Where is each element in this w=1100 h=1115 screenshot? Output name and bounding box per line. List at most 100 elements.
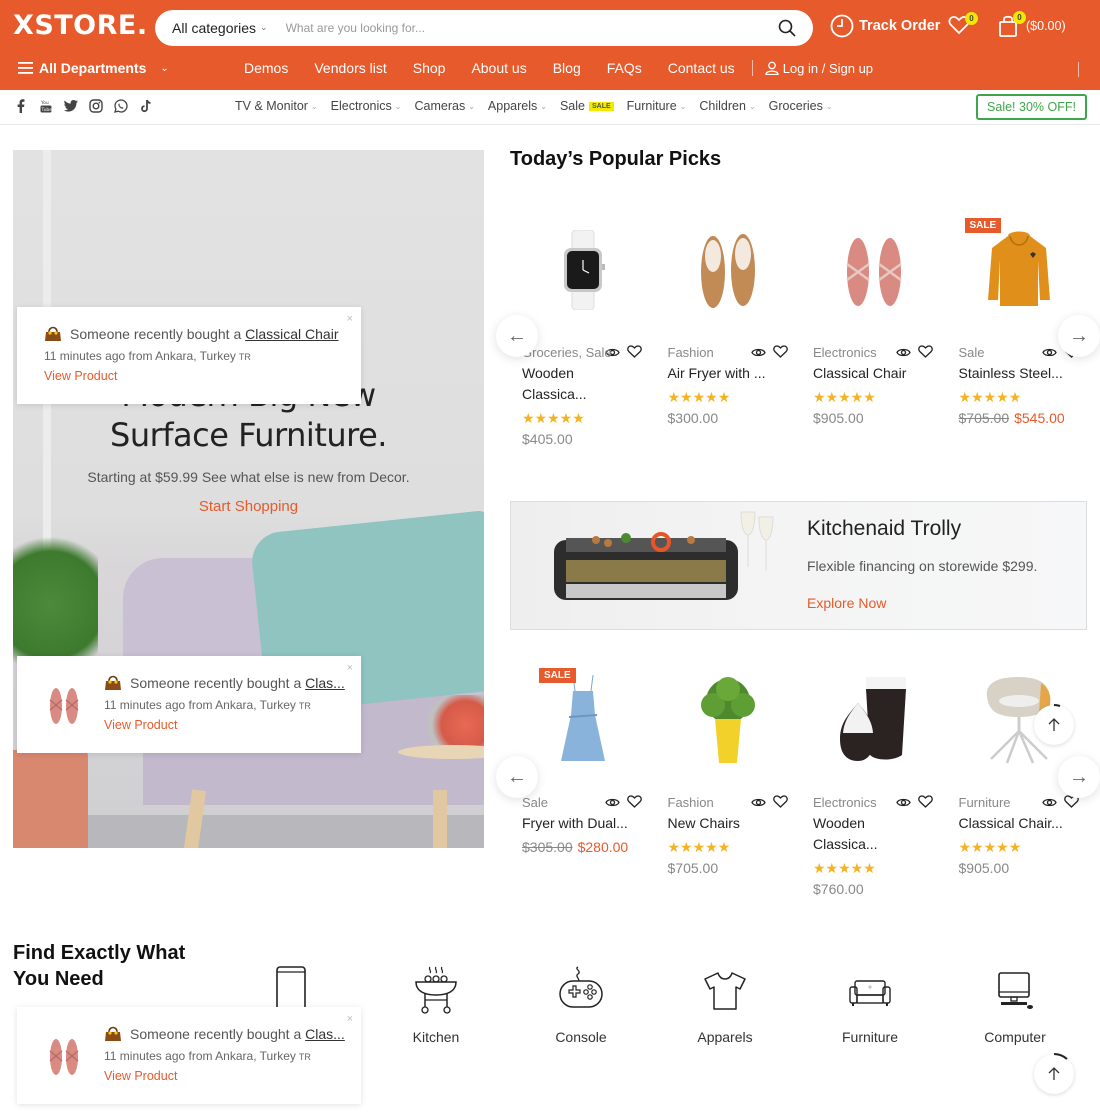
product-meta: Fashion New Chairs ★★★★★ $705.00 bbox=[668, 793, 788, 876]
product-image-watch[interactable] bbox=[510, 210, 655, 330]
product-category[interactable]: Fashion bbox=[668, 343, 788, 363]
hero-sofa-leg bbox=[433, 790, 447, 848]
wishlist-count-badge: 0 bbox=[965, 12, 978, 25]
product-category[interactable]: Groceries, Sale bbox=[522, 343, 642, 363]
category-tile-kitchen[interactable]: Kitchen bbox=[386, 965, 486, 1045]
product-name[interactable]: Wooden Classica... bbox=[813, 813, 933, 855]
carousel-next-button[interactable]: → bbox=[1058, 315, 1100, 357]
cart-button[interactable]: 0 ($0.00) bbox=[998, 11, 1066, 38]
product-name[interactable]: Classical Chair bbox=[813, 363, 933, 384]
login-signup-link[interactable]: Log in / Sign up bbox=[765, 61, 873, 76]
notification-prefix: Someone recently bought a bbox=[130, 1025, 302, 1042]
product-meta: Sale Stainless Steel... ★★★★★ $705.00 $545.0… bbox=[959, 343, 1079, 426]
instagram-icon[interactable] bbox=[88, 98, 104, 114]
product-name[interactable]: Stainless Steel... bbox=[959, 363, 1079, 384]
sandals-thumbnail bbox=[49, 1039, 79, 1075]
nav-contact-us[interactable]: Contact us bbox=[668, 60, 735, 76]
category-furniture[interactable]: Furniture ⌄ bbox=[627, 99, 687, 113]
product-name[interactable]: Fryer with Dual... bbox=[522, 813, 642, 834]
product-meta: Electronics Classical Chair ★★★★★ $905.00 bbox=[813, 343, 933, 426]
category-cameras[interactable]: Cameras ⌄ bbox=[414, 99, 474, 113]
whatsapp-icon[interactable] bbox=[113, 98, 129, 114]
nav-divider bbox=[751, 60, 753, 76]
product-category[interactable]: Electronics bbox=[813, 343, 933, 363]
product-category[interactable]: Furniture bbox=[959, 793, 1079, 813]
nav-demos[interactable]: Demos bbox=[244, 60, 288, 76]
product-rating-stars: ★★★★★ bbox=[958, 389, 1022, 405]
category-children[interactable]: Children ⌄ bbox=[699, 99, 755, 113]
close-icon[interactable]: × bbox=[347, 313, 353, 325]
category-sale[interactable]: Sale SALE bbox=[560, 99, 614, 113]
chevron-down-icon: ⌄ bbox=[468, 101, 475, 111]
nav-vendors-list[interactable]: Vendors list bbox=[314, 60, 386, 76]
category-apparels[interactable]: Apparels ⌄ bbox=[488, 99, 547, 113]
view-product-link[interactable]: View Product bbox=[104, 718, 345, 732]
chevron-down-icon: ⌄ bbox=[540, 101, 547, 111]
search-category-select[interactable]: All categories ⌄ bbox=[155, 20, 268, 36]
view-product-link[interactable]: View Product bbox=[104, 1069, 345, 1083]
view-product-link[interactable]: View Product bbox=[44, 369, 338, 383]
nav-blog[interactable]: Blog bbox=[553, 60, 581, 76]
tiktok-icon[interactable] bbox=[138, 98, 154, 114]
product-image-plant[interactable] bbox=[656, 660, 801, 780]
country-code: TR bbox=[238, 352, 251, 362]
start-shopping-link[interactable]: Start Shopping bbox=[199, 498, 298, 515]
carousel-prev-button[interactable]: ← bbox=[496, 315, 538, 357]
category-tile-furniture[interactable]: Furniture bbox=[820, 965, 920, 1045]
carousel-prev-button[interactable]: ← bbox=[496, 756, 538, 798]
product-rating-stars: ★★★★★ bbox=[667, 839, 731, 855]
facebook-icon[interactable] bbox=[13, 98, 29, 114]
search-input[interactable] bbox=[285, 21, 767, 35]
product-price: $705.00 bbox=[667, 860, 719, 876]
category-groceries[interactable]: Groceries ⌄ bbox=[769, 99, 833, 113]
category-tv-monitor[interactable]: TV & Monitor ⌄ bbox=[235, 99, 318, 113]
product-name[interactable]: Wooden Classica... bbox=[522, 363, 642, 405]
product-category[interactable]: Electronics bbox=[813, 793, 933, 813]
chevron-down-icon: ⌄ bbox=[394, 101, 402, 111]
product-name[interactable]: Air Fryer with ... bbox=[668, 363, 788, 384]
product-rating-stars: ★★★★★ bbox=[813, 389, 876, 405]
arrow-left-icon: ← bbox=[507, 765, 527, 788]
explore-now-link[interactable]: Explore Now bbox=[807, 595, 886, 611]
product-category[interactable]: Fashion bbox=[668, 793, 788, 813]
scroll-to-top-button[interactable] bbox=[1034, 704, 1074, 745]
category-tile-console[interactable]: Console bbox=[531, 965, 631, 1045]
product-name[interactable]: Classical Chair... bbox=[959, 813, 1079, 834]
wishlist-button[interactable]: 0 bbox=[948, 12, 978, 35]
raclette-grill-image bbox=[554, 532, 738, 600]
product-rating-stars: ★★★★★ bbox=[522, 410, 585, 426]
sale-30-off-button[interactable]: Sale! 30% OFF! bbox=[976, 94, 1087, 120]
product-image-vases[interactable] bbox=[801, 660, 946, 780]
product-image-loafers[interactable] bbox=[656, 210, 801, 330]
track-order-link[interactable]: Track Order bbox=[830, 14, 940, 38]
youtube-icon[interactable]: You Tube bbox=[38, 98, 54, 114]
site-logo[interactable]: XSTORE. bbox=[13, 10, 148, 41]
search-icon bbox=[778, 19, 796, 37]
notification-product-link[interactable]: Clas... bbox=[305, 675, 345, 691]
nav-about-us[interactable]: About us bbox=[471, 60, 526, 76]
all-departments-menu[interactable]: All Departments ⌄ bbox=[18, 60, 169, 76]
nav-faqs[interactable]: FAQs bbox=[607, 60, 642, 76]
notification-product-link[interactable]: Clas... bbox=[305, 1026, 345, 1042]
category-label: Children bbox=[699, 99, 746, 113]
category-tile-computer[interactable]: Computer bbox=[965, 965, 1065, 1045]
scroll-to-top-button[interactable] bbox=[1034, 1053, 1074, 1094]
carousel-next-button[interactable]: → bbox=[1058, 756, 1100, 798]
search-button[interactable] bbox=[767, 10, 807, 46]
category-tile-apparels[interactable]: Apparels bbox=[675, 965, 775, 1045]
nav-shop[interactable]: Shop bbox=[413, 60, 446, 76]
notification-body: Someone recently bought a Clas... 11 min… bbox=[104, 674, 345, 733]
product-image-sandals[interactable] bbox=[801, 210, 946, 330]
promo-banner[interactable]: Kitchenaid Trolly Flexible financing on … bbox=[510, 501, 1087, 630]
product-name[interactable]: New Chairs bbox=[668, 813, 788, 834]
close-icon[interactable]: × bbox=[347, 1013, 353, 1025]
product-category[interactable]: Sale bbox=[522, 793, 642, 813]
product-sale-price: $545.00 bbox=[1014, 410, 1065, 426]
product-meta: Electronics Wooden Classica... ★★★★★ $760.0… bbox=[813, 793, 933, 897]
product-price: $405.00 bbox=[522, 431, 573, 447]
category-electronics[interactable]: Electronics ⌄ bbox=[331, 99, 402, 113]
close-icon[interactable]: × bbox=[347, 662, 353, 674]
twitter-icon[interactable] bbox=[63, 98, 79, 114]
notification-product-link[interactable]: Classical Chair bbox=[245, 326, 338, 342]
find-title-line2: You Need bbox=[13, 968, 104, 990]
